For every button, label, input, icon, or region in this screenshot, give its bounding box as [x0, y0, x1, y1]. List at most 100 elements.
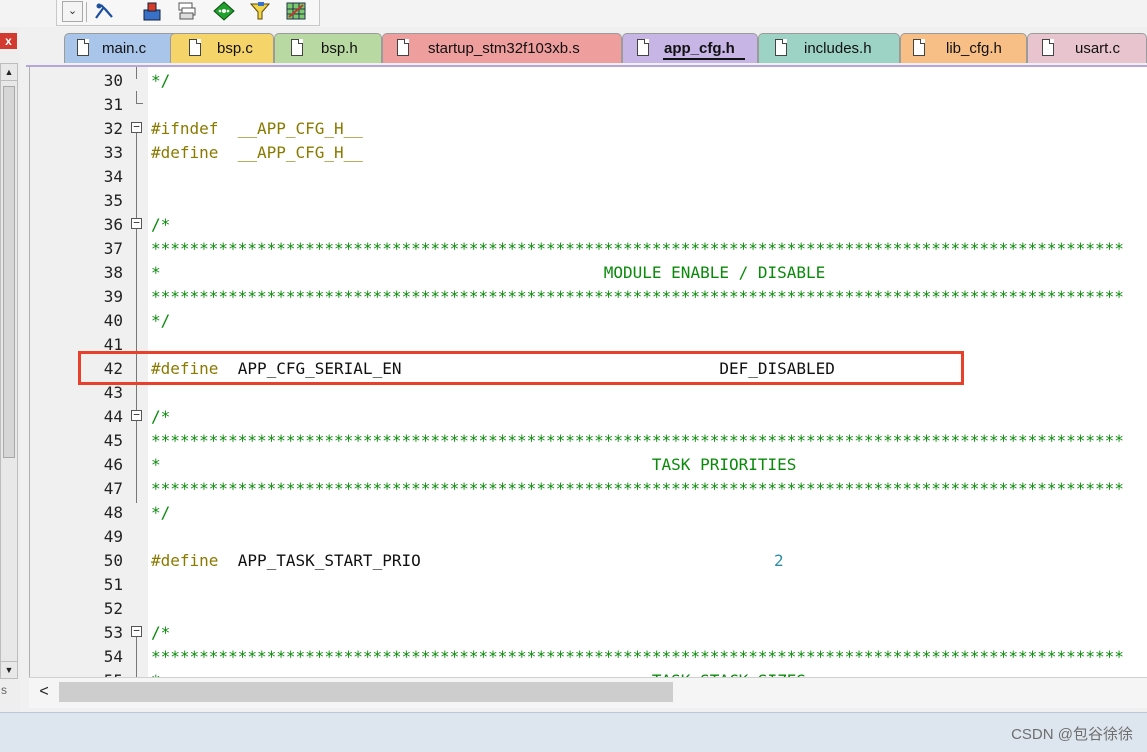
code-text: ****************************************…	[151, 647, 1124, 666]
code-line: 51	[30, 573, 1147, 597]
define-value: 2	[774, 551, 784, 570]
tab-label: bsp.c	[217, 40, 253, 57]
active-tab-underline	[663, 58, 745, 60]
file-icon	[397, 39, 409, 56]
highlight-box	[78, 351, 964, 385]
code-text: #ifndef __APP_CFG_H__	[151, 119, 363, 138]
scroll-down-icon[interactable]: ▼	[1, 661, 17, 678]
build-tools-icon[interactable]	[93, 1, 115, 21]
horizontal-scrollbar[interactable]: <	[29, 677, 1147, 708]
tab-bar: main.c bsp.c bsp.h startup_stm32f103xb.s…	[26, 27, 1147, 67]
tab-label: main.c	[102, 40, 147, 57]
left-scrollbar[interactable]: ▲ ▼	[0, 63, 18, 679]
line-number: 40	[103, 311, 123, 330]
filter-icon[interactable]	[249, 1, 271, 21]
code-line: 36−/*	[30, 213, 1147, 237]
code-text: /*	[151, 215, 171, 234]
stack-icon[interactable]	[176, 1, 198, 21]
line-number: 49	[103, 527, 123, 546]
code-text: ****************************************…	[151, 479, 1124, 498]
code-text: /*	[151, 407, 171, 426]
code-line: 54 **************************************…	[30, 645, 1147, 669]
fold-toggle-icon[interactable]: −	[131, 625, 142, 637]
toolbar: ⌄	[0, 0, 1147, 27]
line-number: 44	[103, 407, 123, 426]
code-line: 50 #define APP_TASK_START_PRIO 2	[30, 549, 1147, 573]
line-number: 48	[103, 503, 123, 522]
line-number: 53	[103, 623, 123, 642]
line-number: 30	[103, 71, 123, 90]
tab-startup-s[interactable]: startup_stm32f103xb.s	[382, 33, 622, 63]
line-number: 34	[103, 167, 123, 186]
line-number: 33	[103, 143, 123, 162]
toolbar-separator	[86, 2, 87, 22]
code-line: 47 **************************************…	[30, 477, 1147, 501]
define-keyword: #define	[151, 551, 219, 570]
tab-lib-cfg-h[interactable]: lib_cfg.h	[900, 33, 1027, 63]
line-number: 35	[103, 191, 123, 210]
code-line: 35	[30, 189, 1147, 213]
code-editor[interactable]: 30 */ 31 32− #ifndef __APP_CFG_H__ 33 #defi…	[29, 67, 1147, 707]
code-text: */	[151, 503, 171, 522]
component-icon[interactable]	[141, 1, 163, 21]
code-line: 46 * TASK PRIORITIES	[30, 453, 1147, 477]
tab-usart-c[interactable]: usart.c	[1027, 33, 1147, 63]
code-text: #define APP_TASK_START_PRIO	[151, 549, 421, 573]
watermark: CSDN @包谷徐徐	[1011, 726, 1133, 743]
code-text: ****************************************…	[151, 239, 1124, 258]
tab-label: includes.h	[804, 40, 872, 57]
line-number: 39	[103, 287, 123, 306]
line-number: 36	[103, 215, 123, 234]
left-panel-label: s	[1, 683, 7, 697]
fold-toggle-icon[interactable]: −	[131, 121, 142, 133]
code-line: 49	[30, 525, 1147, 549]
code-line: 52	[30, 597, 1147, 621]
line-number: 46	[103, 455, 123, 474]
line-number: 47	[103, 479, 123, 498]
code-text: */	[151, 311, 171, 330]
code-text: */	[151, 71, 171, 90]
status-bar: CSDN @包谷徐徐	[0, 712, 1147, 752]
code-line: 53−/*	[30, 621, 1147, 645]
line-number: 50	[103, 551, 123, 570]
line-number: 45	[103, 431, 123, 450]
code-line: 44−/*	[30, 405, 1147, 429]
code-text: #define __APP_CFG_H__	[151, 143, 363, 162]
line-number: 38	[103, 263, 123, 282]
tab-bsp-h[interactable]: bsp.h	[274, 33, 382, 63]
tab-label: app_cfg.h	[664, 40, 735, 57]
tab-label: usart.c	[1075, 40, 1121, 57]
code-text: * MODULE ENABLE / DISABLE	[151, 263, 826, 282]
code-text: ****************************************…	[151, 431, 1124, 450]
file-icon	[1042, 39, 1054, 56]
left-scroll-thumb[interactable]	[3, 86, 15, 458]
line-number: 51	[103, 575, 123, 594]
line-number: 32	[103, 119, 123, 138]
fold-toggle-icon[interactable]: −	[131, 409, 142, 421]
code-line: 45 **************************************…	[30, 429, 1147, 453]
tab-label: lib_cfg.h	[946, 40, 1002, 57]
diamond-icon[interactable]	[213, 1, 235, 21]
horizontal-scroll-thumb[interactable]	[59, 682, 673, 702]
line-number: 31	[103, 95, 123, 114]
code-line: 30 */	[30, 69, 1147, 93]
tab-label: bsp.h	[321, 40, 358, 57]
code-line: 37 **************************************…	[30, 237, 1147, 261]
file-icon	[189, 39, 201, 56]
code-line: 31	[30, 93, 1147, 117]
dropdown-icon[interactable]: ⌄	[62, 1, 83, 22]
code-line: 40 */	[30, 309, 1147, 333]
close-icon[interactable]: x	[0, 33, 17, 49]
tab-label: startup_stm32f103xb.s	[428, 40, 580, 57]
code-line: 34	[30, 165, 1147, 189]
scroll-left-icon[interactable]: <	[29, 678, 59, 706]
file-icon	[775, 39, 787, 56]
fold-toggle-icon[interactable]: −	[131, 217, 142, 229]
tab-bsp-c[interactable]: bsp.c	[170, 33, 274, 63]
grid-icon[interactable]	[285, 1, 307, 21]
scroll-up-icon[interactable]: ▲	[1, 64, 17, 81]
tab-app-cfg-h[interactable]: app_cfg.h	[622, 33, 758, 63]
tab-includes-h[interactable]: includes.h	[758, 33, 900, 63]
code-text: ****************************************…	[151, 287, 1124, 306]
file-icon	[913, 39, 925, 56]
